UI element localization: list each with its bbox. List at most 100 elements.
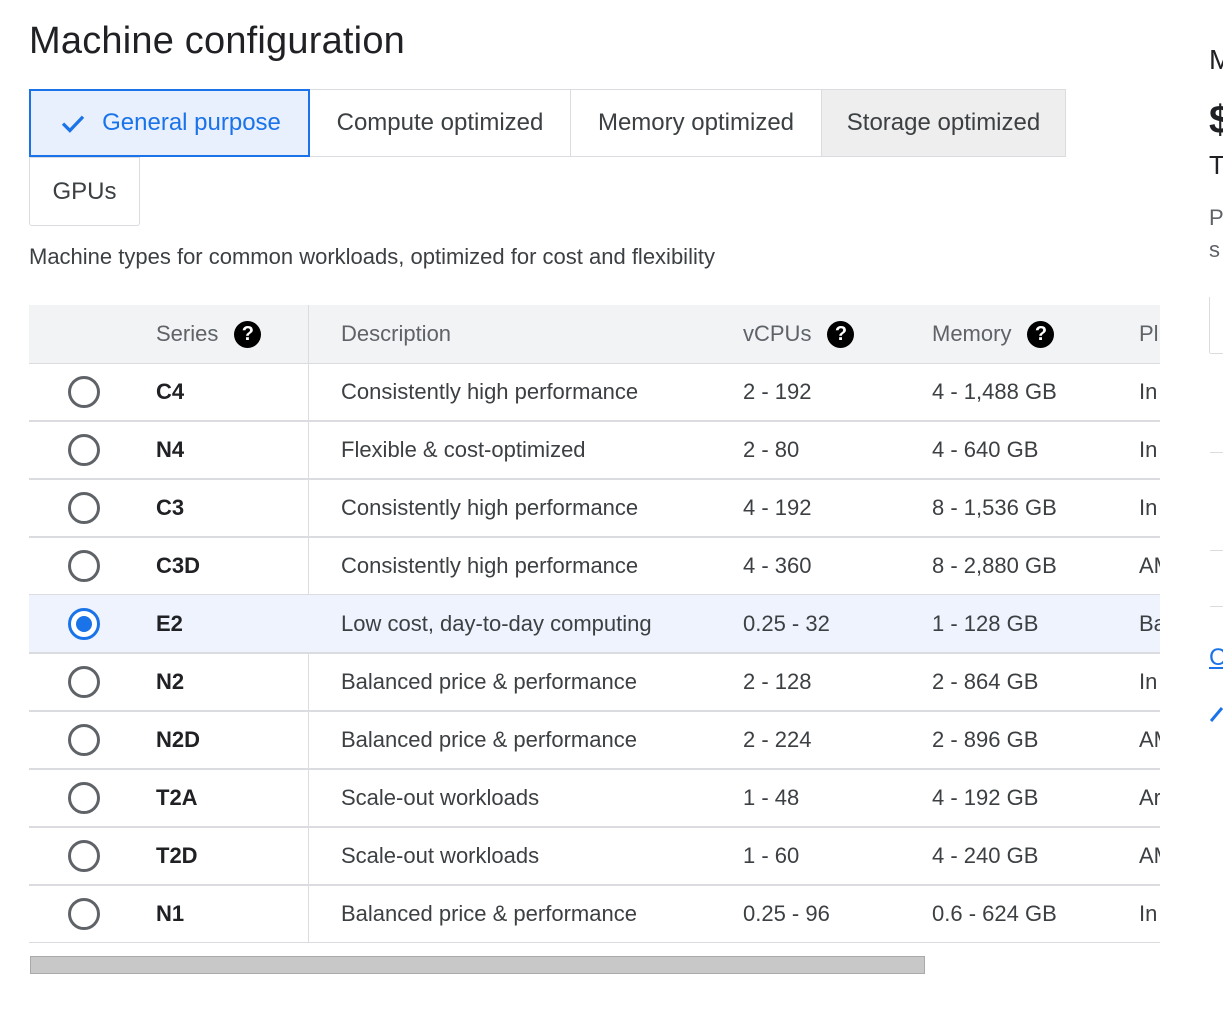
column-header-platform: Pl [1139,321,1159,346]
vcpus-cell: 1 - 48 [743,784,800,810]
divider [1210,606,1223,607]
table-row[interactable]: N1 Balanced price & performance 0.25 - 96 0… [29,885,1160,943]
table-row[interactable]: C4 Consistently high performance 2 - 192 4 … [29,363,1160,422]
platform-cell: In [1139,668,1158,694]
divider [1210,353,1223,354]
help-icon[interactable]: ? [827,320,855,348]
description-cell: Balanced price & performance [341,900,637,926]
platform-cell: In [1139,436,1158,462]
tab-label: Compute optimized [336,109,544,136]
vcpus-cell: 2 - 192 [743,378,812,404]
description-cell: Consistently high performance [341,494,639,520]
memory-cell: 4 - 1,488 GB [932,378,1057,404]
series-cell: N4 [156,436,185,462]
table-row[interactable]: N2 Balanced price & performance 2 - 128 2 -… [29,653,1160,712]
series-radio[interactable] [68,666,100,698]
series-radio[interactable] [68,898,100,930]
series-cell: N1 [156,900,185,926]
memory-cell: 4 - 192 GB [932,784,1039,810]
series-cell: T2D [156,842,198,868]
tab-memory-optimized[interactable]: Memory optimized [570,89,822,157]
table-row[interactable]: T2A Scale-out workloads 1 - 48 4 - 192 GB Ar [29,769,1160,828]
table-row[interactable]: E2 Low cost, day-to-day computing 0.25 - 3… [29,595,1160,654]
summary-text: T [1209,150,1223,180]
vcpus-cell: 2 - 128 [743,668,812,694]
help-icon[interactable]: ? [234,320,262,348]
tab-label: Storage optimized [846,109,1041,136]
tab-description: Machine types for common workloads, opti… [29,244,715,269]
divider [1210,452,1223,453]
platform-cell: In [1139,494,1158,520]
platform-cell: Ar [1139,784,1160,810]
series-radio[interactable] [68,724,100,756]
summary-heading: M [1209,44,1223,75]
description-cell: Consistently high performance [341,378,639,404]
tab-general-purpose[interactable]: General purpose [29,89,310,157]
table-row[interactable]: N4 Flexible & cost-optimized 2 - 80 4 - 640… [29,421,1160,480]
vcpus-cell: 0.25 - 96 [743,900,830,926]
check-icon [61,115,85,133]
memory-cell: 1 - 128 GB [932,610,1039,636]
table-header: Series ? Description vCPUs ? Memory ? Pl [29,305,1160,364]
column-header-memory: Memory ? [932,305,1055,363]
memory-cell: 4 - 240 GB [932,842,1039,868]
description-cell: Balanced price & performance [341,668,637,694]
description-cell: Low cost, day-to-day computing [341,610,652,636]
description-cell: Scale-out workloads [341,784,540,810]
series-radio[interactable] [68,782,100,814]
series-cell: E2 [156,610,183,636]
summary-note: s [1209,237,1220,262]
summary-note: P [1209,205,1223,230]
series-radio[interactable] [68,492,100,524]
page-title: Machine configuration [29,20,405,62]
memory-cell: 8 - 2,880 GB [932,552,1057,578]
column-header-series: Series ? [156,305,262,363]
series-cell: N2 [156,668,185,694]
series-radio[interactable] [68,550,100,582]
series-cell: N2D [156,726,201,752]
vcpus-cell: 2 - 80 [743,436,800,462]
platform-cell: AM [1139,842,1160,868]
tab-compute-optimized[interactable]: Compute optimized [309,89,571,157]
vcpus-cell: 4 - 360 [743,552,812,578]
column-header-description: Description [341,321,452,346]
column-header-vcpus: vCPUs ? [743,305,855,363]
memory-cell: 0.6 - 624 GB [932,900,1057,926]
memory-cell: 2 - 864 GB [932,668,1039,694]
table-row[interactable]: T2D Scale-out workloads 1 - 60 4 - 240 GB AM [29,827,1160,886]
table-row[interactable]: C3D Consistently high performance 4 - 360 8… [29,537,1160,596]
platform-cell: AM [1139,552,1160,578]
tab-storage-optimized[interactable]: Storage optimized [821,89,1066,157]
memory-cell: 8 - 1,536 GB [932,494,1057,520]
memory-cell: 4 - 640 GB [932,436,1039,462]
edit-icon[interactable] [1210,703,1223,723]
description-cell: Consistently high performance [341,552,639,578]
table-row[interactable]: N2D Balanced price & performance 2 - 224 2 … [29,711,1160,770]
platform-cell: In [1139,900,1158,926]
series-radio[interactable] [68,376,100,408]
series-radio[interactable] [68,608,100,640]
table-row[interactable]: C3 Consistently high performance 4 - 192 8 … [29,479,1160,538]
tab-label: GPUs [52,177,117,205]
description-cell: Flexible & cost-optimized [341,436,586,462]
platform-cell: Ba [1139,610,1160,636]
vcpus-cell: 2 - 224 [743,726,812,752]
platform-cell: AM [1139,726,1160,752]
vcpus-cell: 1 - 60 [743,842,800,868]
vcpus-cell: 0.25 - 32 [743,610,830,636]
machine-series-table: Series ? Description vCPUs ? Memory ? Pl… [29,305,1160,943]
series-cell: C4 [156,378,185,404]
summary-link[interactable]: C [1209,644,1223,672]
memory-cell: 2 - 896 GB [932,726,1039,752]
series-cell: C3 [156,494,185,520]
description-cell: Scale-out workloads [341,842,540,868]
tab-label: Memory optimized [597,109,795,136]
horizontal-scrollbar[interactable] [30,956,925,974]
series-radio[interactable] [68,434,100,466]
series-radio[interactable] [68,840,100,872]
help-icon[interactable]: ? [1027,320,1055,348]
tab-label: General purpose [102,109,281,136]
tab-gpus[interactable]: GPUs [29,157,140,226]
platform-cell: In [1139,378,1158,404]
summary-price: $ [1209,98,1223,142]
